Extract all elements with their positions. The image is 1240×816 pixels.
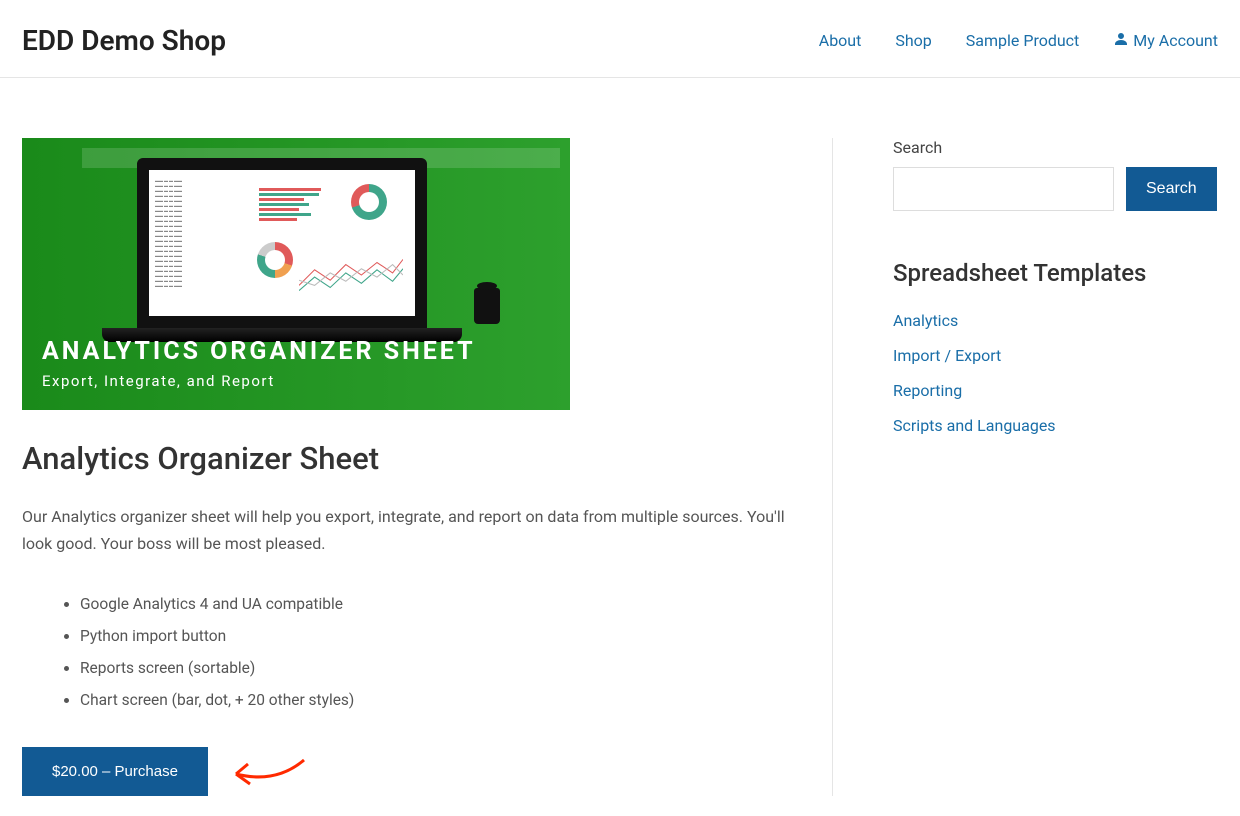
hero-subtitle: Export, Integrate, and Report: [42, 372, 550, 390]
search-input[interactable]: [893, 167, 1114, 211]
nav-my-account-label: My Account: [1133, 31, 1218, 50]
site-header: EDD Demo Shop About Shop Sample Product …: [0, 0, 1240, 78]
primary-nav: About Shop Sample Product My Account: [819, 31, 1218, 51]
search-form: Search: [893, 167, 1172, 211]
nav-my-account[interactable]: My Account: [1113, 31, 1218, 51]
list-item: Chart screen (bar, dot, + 20 other style…: [80, 685, 792, 717]
laptop-screen: ▬▬ ▬ ▬ ▬▬▬▬ ▬ ▬ ▬▬▬▬ ▬ ▬ ▬▬▬▬ ▬ ▬ ▬▬▬▬ ▬…: [137, 158, 427, 328]
arrow-annotation-icon: [226, 756, 296, 786]
category-scripts-languages[interactable]: Scripts and Languages: [893, 416, 1172, 435]
site-title[interactable]: EDD Demo Shop: [22, 24, 226, 57]
category-analytics[interactable]: Analytics: [893, 311, 1172, 330]
category-reporting[interactable]: Reporting: [893, 381, 1172, 400]
page-container: ▬▬ ▬ ▬ ▬▬▬▬ ▬ ▬ ▬▬▬▬ ▬ ▬ ▬▬▬▬ ▬ ▬ ▬▬▬▬ ▬…: [0, 78, 1240, 816]
sidebar: Search Search Spreadsheet Templates Anal…: [832, 138, 1172, 796]
nav-about[interactable]: About: [819, 31, 862, 50]
purchase-button[interactable]: $20.00 – Purchase: [22, 747, 208, 796]
search-button[interactable]: Search: [1126, 167, 1217, 211]
nav-sample-product[interactable]: Sample Product: [966, 31, 1080, 50]
feature-list: Google Analytics 4 and UA compatible Pyt…: [22, 589, 792, 717]
product-title: Analytics Organizer Sheet: [22, 440, 792, 477]
list-item: Reports screen (sortable): [80, 653, 792, 685]
spreadsheet-rows: ▬▬ ▬ ▬ ▬▬▬▬ ▬ ▬ ▬▬▬▬ ▬ ▬ ▬▬▬▬ ▬ ▬ ▬▬▬▬ ▬…: [155, 178, 182, 288]
hero-title: ANALYTICS ORGANIZER SHEET: [42, 337, 550, 366]
product-hero-image: ▬▬ ▬ ▬ ▬▬▬▬ ▬ ▬ ▬▬▬▬ ▬ ▬ ▬▬▬▬ ▬ ▬ ▬▬▬▬ ▬…: [22, 138, 570, 410]
main-content: ▬▬ ▬ ▬ ▬▬▬▬ ▬ ▬ ▬▬▬▬ ▬ ▬ ▬▬▬▬ ▬ ▬ ▬▬▬▬ ▬…: [22, 138, 832, 796]
coffee-cup-icon: [474, 288, 500, 324]
purchase-row: $20.00 – Purchase: [22, 747, 792, 796]
donut-chart-icon: [351, 184, 387, 220]
donut-chart-icon: [257, 242, 293, 278]
list-item: Python import button: [80, 621, 792, 653]
list-item: Google Analytics 4 and UA compatible: [80, 589, 792, 621]
category-list: Analytics Import / Export Reporting Scri…: [893, 311, 1172, 435]
category-import-export[interactable]: Import / Export: [893, 346, 1172, 365]
widget-title: Spreadsheet Templates: [893, 259, 1172, 287]
search-label: Search: [893, 138, 1172, 157]
line-chart-icon: [299, 250, 403, 300]
person-icon: [1113, 31, 1129, 51]
nav-shop[interactable]: Shop: [895, 31, 931, 50]
product-description: Our Analytics organizer sheet will help …: [22, 503, 792, 557]
bar-chart-icon: [259, 188, 321, 221]
